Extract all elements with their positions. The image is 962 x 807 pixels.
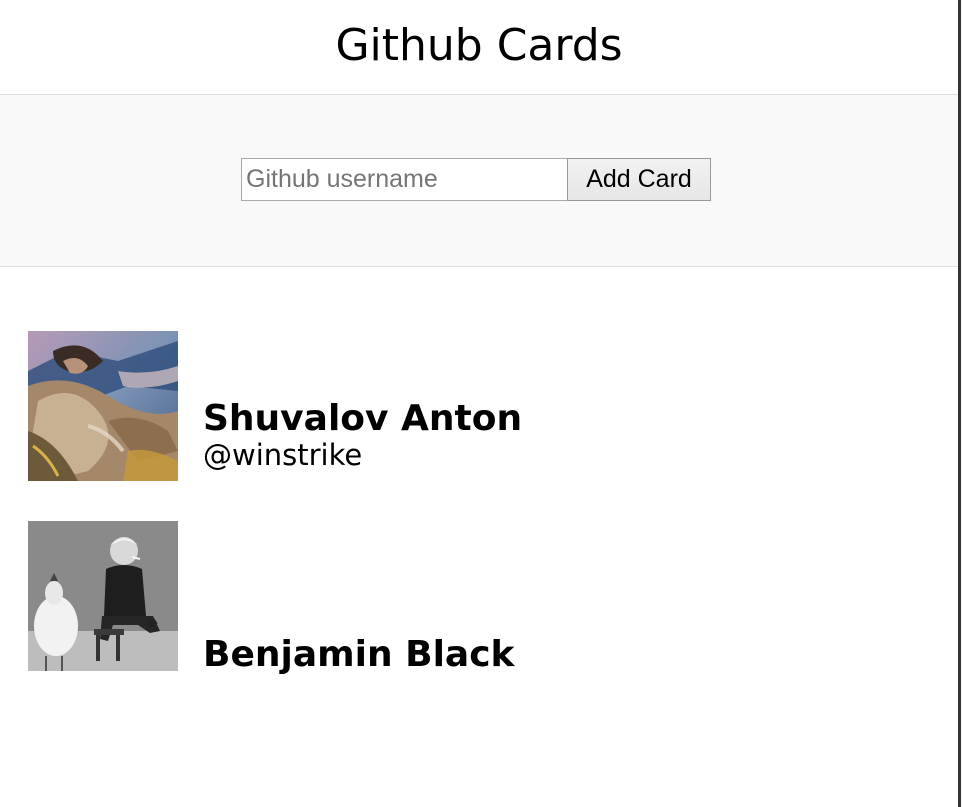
username-input[interactable] [241, 158, 567, 201]
photo-avatar-icon [28, 521, 178, 671]
card-list: Shuvalov Anton @winstrike Benjamin Black [0, 267, 958, 675]
github-card: Benjamin Black [28, 521, 958, 675]
card-info: Benjamin Black [203, 633, 514, 677]
add-card-form: Add Card [241, 158, 711, 201]
github-cards-app: Github Cards Add Card [0, 0, 961, 807]
github-card: Shuvalov Anton @winstrike [28, 331, 958, 481]
card-name: Benjamin Black [203, 634, 515, 675]
card-info: Shuvalov Anton @winstrike [203, 397, 522, 481]
page-title: Github Cards [335, 19, 623, 71]
card-login: @winstrike [203, 438, 363, 472]
add-card-button[interactable]: Add Card [567, 158, 711, 201]
add-card-form-band: Add Card [0, 95, 958, 267]
app-header: Github Cards [0, 0, 958, 95]
painting-avatar-icon [28, 331, 178, 481]
